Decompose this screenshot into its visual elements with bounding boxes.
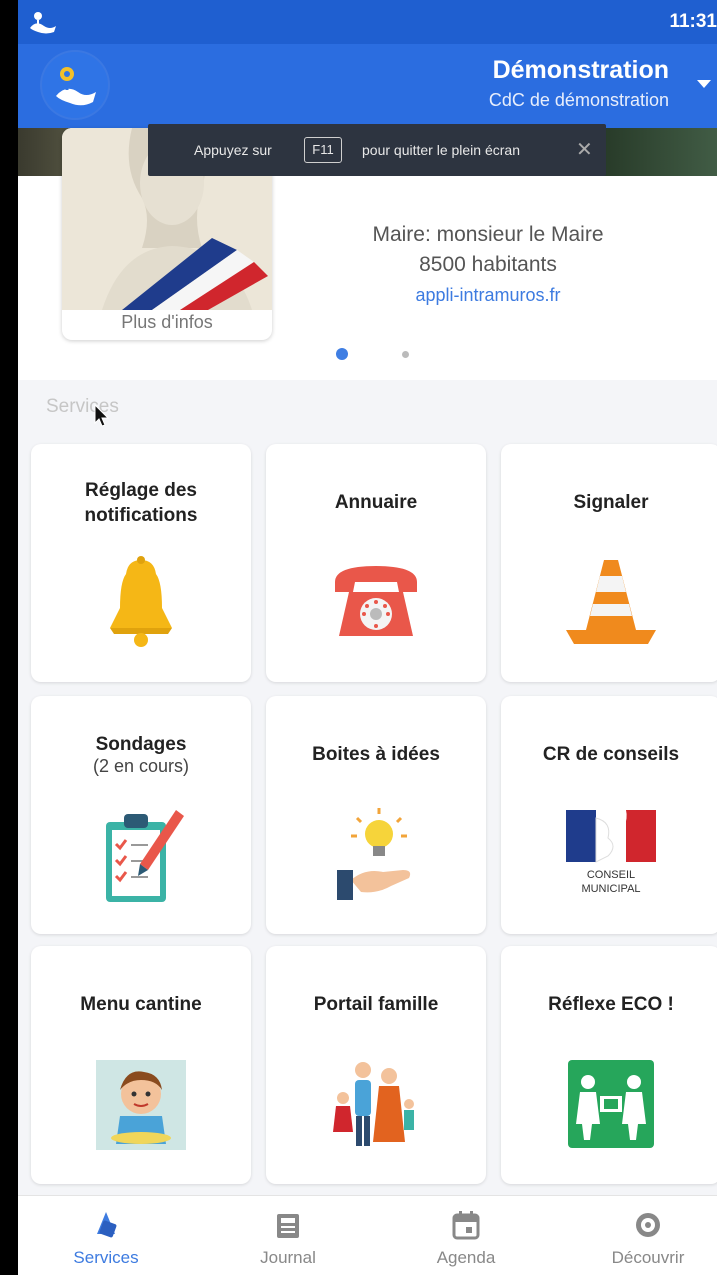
tile-portail-famille[interactable]: Portail famille xyxy=(266,946,486,1184)
tile-cr-conseils[interactable]: CR de conseils CONSEIL MUNICIPAL xyxy=(501,696,717,934)
tile-label: Boites à idées xyxy=(312,744,440,765)
tile-label: Annuaire xyxy=(334,492,418,513)
child-eating-icon xyxy=(96,1060,186,1150)
website-link[interactable]: appli-intramuros.fr xyxy=(318,280,658,310)
app-screen: 11:31 Démonstration CdC de démonstration xyxy=(18,0,717,1275)
newspaper-icon xyxy=(277,1214,299,1238)
calendar-icon xyxy=(452,1211,480,1240)
bottom-nav: Services Journal Agenda Découvrir xyxy=(18,1195,717,1275)
clipboard-checklist-icon xyxy=(106,810,184,902)
tile-signaler[interactable]: Signaler xyxy=(501,444,717,682)
tile-label: Réflexe ECO ! xyxy=(548,994,674,1015)
tile-sublabel: (2 en cours) xyxy=(92,756,190,776)
mayor-name: Maire: monsieur le Maire xyxy=(372,223,604,246)
compass-icon xyxy=(636,1213,660,1237)
nav-services[interactable]: Services xyxy=(36,1208,176,1268)
tile-label: Menu cantine xyxy=(80,994,202,1015)
tile-menu-cantine[interactable]: Menu cantine xyxy=(31,946,251,1184)
mouse-cursor-icon xyxy=(94,404,110,427)
tile-label: Réglage des notifications xyxy=(84,480,198,526)
intramuros-small-icon xyxy=(30,12,56,34)
app-subtitle[interactable]: CdC de démonstration xyxy=(489,90,669,111)
tile-label: Portail famille xyxy=(313,994,439,1015)
toast-key: F11 xyxy=(304,137,342,163)
nav-label: Agenda xyxy=(436,1248,496,1267)
mayor-info: Maire: monsieur le Maire 8500 habitants … xyxy=(318,220,658,310)
tile-label: CR de conseils xyxy=(542,744,680,765)
tile-notifications[interactable]: Réglage des notifications xyxy=(31,444,251,682)
nav-journal[interactable]: Journal xyxy=(218,1208,358,1268)
nav-label: Journal xyxy=(260,1248,316,1267)
nav-label: Services xyxy=(73,1248,139,1267)
tile-label: Sondages xyxy=(95,734,187,755)
fullscreen-toast: Appuyez sur F11 pour quitter le plein éc… xyxy=(148,124,606,176)
svg-text:CONSEIL: CONSEIL xyxy=(587,869,635,881)
eco-reflex-icon xyxy=(568,1060,654,1148)
toast-prefix: Appuyez sur xyxy=(194,142,272,158)
toast-suffix: pour quitter le plein écran xyxy=(362,142,520,158)
family-icon xyxy=(333,1062,414,1146)
tile-boites-idees[interactable]: Boites à idées xyxy=(266,696,486,934)
svg-text:MUNICIPAL: MUNICIPAL xyxy=(581,883,640,895)
nav-decouvrir[interactable]: Découvrir xyxy=(578,1208,717,1268)
app-bar: Démonstration CdC de démonstration xyxy=(18,44,717,128)
nav-agenda[interactable]: Agenda xyxy=(396,1208,536,1268)
more-info-link[interactable]: Plus d'infos xyxy=(62,312,272,333)
population: 8500 habitants xyxy=(419,253,557,276)
telephone-icon xyxy=(335,566,417,636)
services-icon xyxy=(97,1212,117,1238)
caret-down-icon[interactable] xyxy=(697,80,711,88)
bell-icon xyxy=(110,556,172,647)
carousel-dot-1[interactable] xyxy=(336,348,348,360)
carousel-dot-2[interactable] xyxy=(402,351,409,358)
app-title[interactable]: Démonstration xyxy=(493,56,669,85)
nav-label: Découvrir xyxy=(611,1248,685,1267)
tile-label: Signaler xyxy=(573,492,649,513)
conseil-municipal-icon: CONSEIL MUNICIPAL xyxy=(566,810,656,895)
status-time: 11:31 xyxy=(669,11,717,32)
tile-reflexe-eco[interactable]: Réflexe ECO ! xyxy=(501,946,717,1184)
lightbulb-hand-icon xyxy=(337,808,411,900)
tile-annuaire[interactable]: Annuaire xyxy=(266,444,486,682)
close-icon[interactable]: ✕ xyxy=(576,137,593,162)
traffic-cone-icon xyxy=(566,560,656,644)
tile-sondages[interactable]: Sondages (2 en cours) xyxy=(31,696,251,934)
status-bar: 11:31 xyxy=(18,0,717,44)
intramuros-logo-icon[interactable] xyxy=(42,52,108,118)
